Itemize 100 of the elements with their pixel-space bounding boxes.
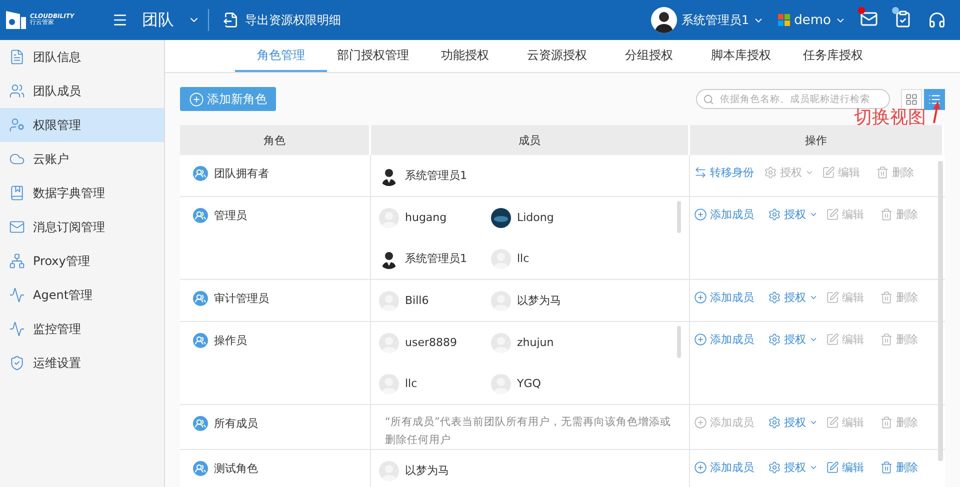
settings-icon: [764, 166, 777, 179]
sidebar-label: 运维设置: [33, 354, 81, 372]
org-name[interactable]: demo: [794, 12, 831, 28]
add-role-button[interactable]: 添加新角色: [180, 87, 276, 111]
scrollbar[interactable]: [677, 326, 681, 358]
grid-view-button[interactable]: [901, 88, 922, 110]
trash-icon: [880, 461, 893, 474]
sidebar-item[interactable]: 数据字典管理: [0, 176, 164, 210]
user-avatar[interactable]: [651, 7, 678, 33]
settings-icon: [768, 208, 781, 221]
chevron-down-icon: [805, 168, 814, 177]
role-icon: [193, 291, 208, 306]
add-member-link[interactable]: 添加成员: [694, 290, 760, 305]
member-name: zhujun: [517, 336, 554, 349]
chevron-down-icon: [809, 293, 818, 302]
sidebar-item[interactable]: Proxy管理: [0, 244, 164, 278]
role-note: “所有成员”代表当前团队所有用户，无需再向该角色增添或删除任何用户: [371, 405, 690, 449]
add-member-link[interactable]: 添加成员: [694, 332, 760, 347]
edit-link[interactable]: 编辑: [826, 460, 872, 475]
sidebar-label: Agent管理: [33, 286, 93, 304]
edit-icon: [822, 166, 835, 179]
chevron-down-icon: [809, 463, 818, 472]
clipboard-check-icon[interactable]: [894, 10, 912, 28]
shield-icon: [9, 355, 25, 371]
tab[interactable]: 云资源授权: [511, 40, 603, 72]
trash-icon: [876, 166, 889, 179]
network-icon: [9, 253, 25, 269]
role-name: 审计管理员: [214, 291, 269, 306]
tab[interactable]: 任务库授权: [787, 40, 879, 72]
delete-link[interactable]: 删除: [880, 460, 926, 475]
sidebar-item[interactable]: 运维设置: [0, 346, 164, 380]
chevron-down-icon: [809, 210, 818, 219]
sidebar-item[interactable]: 团队成员: [0, 74, 164, 108]
sidebar-item[interactable]: 消息订阅管理: [0, 210, 164, 244]
headset-icon[interactable]: [928, 11, 946, 29]
member-name: llc: [405, 377, 418, 390]
list-icon: [928, 92, 941, 106]
member-name: 以梦为马: [517, 293, 561, 308]
trash-icon: [880, 416, 893, 429]
transfer-link[interactable]: 转移身份: [694, 165, 756, 180]
windows-logo-icon: [778, 14, 790, 26]
add-member-link[interactable]: 添加成员: [694, 460, 760, 475]
sidebar-label: 团队信息: [33, 48, 81, 66]
role-name: 团队拥有者: [214, 166, 269, 181]
chevron-down-icon: [809, 335, 818, 344]
tab[interactable]: 功能授权: [419, 40, 511, 72]
user-name[interactable]: 系统管理员1: [681, 12, 750, 28]
settings-icon: [768, 416, 781, 429]
sidebar-item[interactable]: 团队信息: [0, 40, 164, 74]
plus-icon: [694, 291, 707, 304]
sidebar-item[interactable]: 监控管理: [0, 312, 164, 346]
sidebar-label: 权限管理: [33, 116, 81, 134]
search-field[interactable]: 依据角色名称、成员昵称进行检索: [696, 89, 890, 109]
user-gear-icon: [9, 117, 25, 133]
member-name: 以梦为马: [405, 463, 449, 478]
swap-icon: [694, 166, 707, 179]
add-member-link[interactable]: 添加成员: [694, 207, 760, 222]
plus-icon: [694, 208, 707, 221]
authorize-dropdown[interactable]: 授权: [768, 460, 818, 475]
trash-icon: [880, 333, 893, 346]
tab[interactable]: 角色管理: [235, 40, 327, 72]
export-link[interactable]: 导出资源权限明细: [245, 12, 341, 28]
settings-icon: [768, 333, 781, 346]
member-name: hugang: [405, 211, 447, 224]
export-icon[interactable]: [223, 12, 239, 28]
mail-icon: [9, 219, 25, 235]
authorize-dropdown[interactable]: 授权: [768, 415, 818, 430]
sidebar-item[interactable]: 权限管理: [0, 108, 164, 142]
scrollbar[interactable]: [677, 201, 681, 233]
member-name: 系统管理员1: [405, 168, 467, 183]
logo-icon: [6, 11, 26, 29]
team-title: 团队: [142, 10, 174, 30]
tab[interactable]: 分组授权: [603, 40, 695, 72]
authorize-dropdown[interactable]: 授权: [768, 290, 818, 305]
chevron-down-icon: [809, 418, 818, 427]
menu-icon[interactable]: [112, 12, 128, 28]
tab[interactable]: 脚本库授权: [695, 40, 787, 72]
scrollbar[interactable]: [938, 161, 943, 461]
authorize-dropdown[interactable]: 授权: [768, 332, 818, 347]
trash-icon: [880, 208, 893, 221]
authorize-dropdown[interactable]: 授权: [768, 207, 818, 222]
plus-icon: [694, 461, 707, 474]
column-header: 成员: [371, 125, 690, 155]
plus-icon: [694, 333, 707, 346]
member-name: Bill6: [405, 294, 429, 307]
member-name: Lidong: [517, 211, 554, 224]
users-icon: [9, 83, 25, 99]
role-icon: [193, 461, 208, 476]
mail-icon[interactable]: [860, 10, 878, 28]
document-icon: [9, 49, 25, 65]
tab[interactable]: 部门授权管理: [327, 40, 419, 72]
list-view-button[interactable]: [924, 88, 945, 110]
role-name: 操作员: [214, 333, 247, 348]
column-header: 操作: [690, 125, 944, 155]
annotation-arrow: [932, 101, 940, 123]
role-name: 所有成员: [214, 416, 258, 431]
sidebar-item[interactable]: 云账户: [0, 142, 164, 176]
edit-icon: [826, 461, 839, 474]
sidebar-item[interactable]: Agent管理: [0, 278, 164, 312]
sidebar-label: 消息订阅管理: [33, 218, 105, 236]
